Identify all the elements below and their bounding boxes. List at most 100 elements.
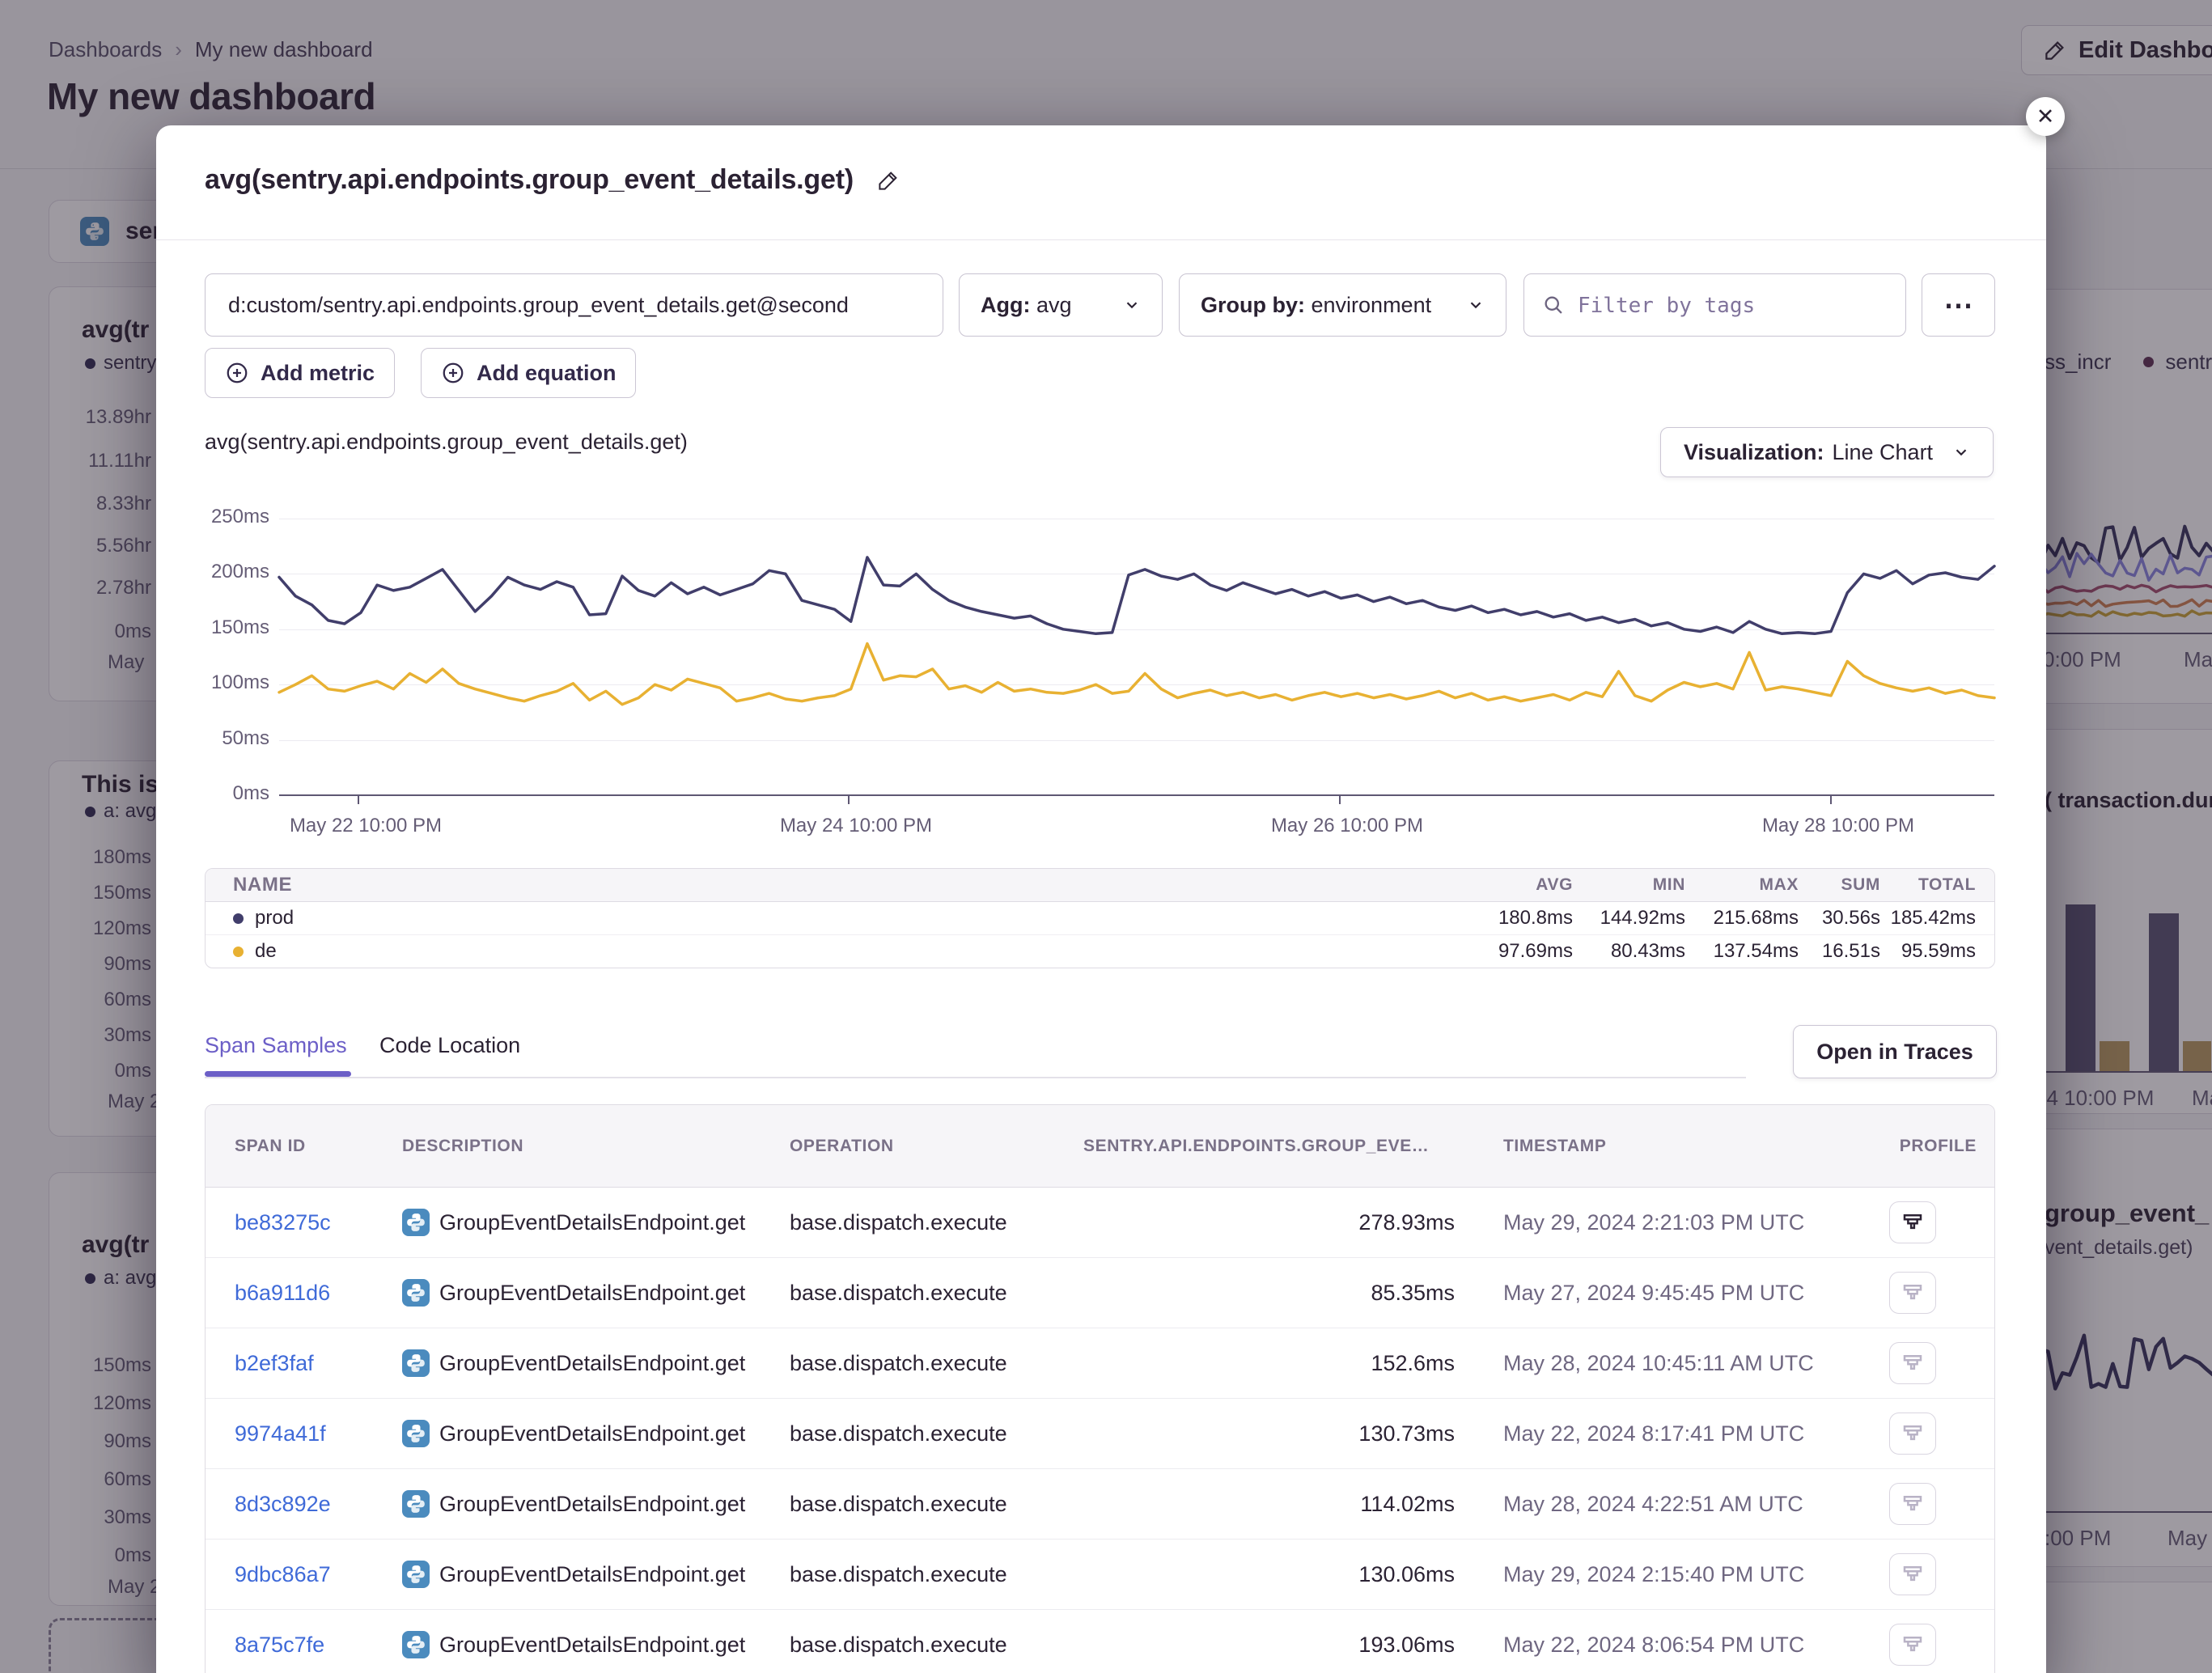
profile-button[interactable] <box>1889 1201 1936 1243</box>
metric-query-field[interactable] <box>205 273 943 337</box>
span-description: GroupEventDetailsEndpoint.get <box>439 1633 745 1658</box>
series-name: de <box>255 940 277 963</box>
summary-col-avg: AVG <box>1460 875 1573 895</box>
tab-code-location[interactable]: Code Location <box>379 1033 520 1058</box>
metric-details-modal: avg(sentry.api.endpoints.group_event_det… <box>156 125 2046 1673</box>
y-axis-tick: 250ms <box>184 506 269 528</box>
col-timestamp: TIMESTAMP <box>1503 1137 1864 1156</box>
span-id-link[interactable]: b6a911d6 <box>235 1281 330 1305</box>
agg-label: Agg: <box>981 293 1030 317</box>
metric-query-input[interactable] <box>227 292 922 319</box>
span-description: GroupEventDetailsEndpoint.get <box>439 1210 745 1235</box>
table-row: b2ef3faf GroupEventDetailsEndpoint.get b… <box>206 1328 1994 1398</box>
close-icon: ✕ <box>2036 104 2055 129</box>
samples-header-row: SPAN ID DESCRIPTION OPERATION SENTRY.API… <box>206 1105 1994 1188</box>
span-id-link[interactable]: b2ef3faf <box>235 1351 314 1375</box>
agg-value: avg <box>1036 293 1072 317</box>
span-timestamp: May 27, 2024 9:45:45 PM UTC <box>1503 1281 1864 1306</box>
table-row: 8a75c7fe GroupEventDetailsEndpoint.get b… <box>206 1609 1994 1673</box>
x-axis-tick: May 22 10:00 PM <box>261 815 471 837</box>
span-id-link[interactable]: 8d3c892e <box>235 1492 331 1516</box>
span-duration: 114.02ms <box>1083 1492 1503 1517</box>
x-axis-tick: May 24 10:00 PM <box>751 815 961 837</box>
span-id-link[interactable]: be83275c <box>235 1210 331 1235</box>
open-in-traces-button[interactable]: Open in Traces <box>1793 1025 1997 1078</box>
y-axis-tick: 150ms <box>184 616 269 639</box>
metric-line-chart <box>279 519 1994 795</box>
visualization-select[interactable]: Visualization: Line Chart <box>1660 427 1994 477</box>
y-axis-tick: 100ms <box>184 671 269 694</box>
y-axis-tick: 50ms <box>184 727 269 750</box>
span-operation: base.dispatch.execute <box>790 1351 1083 1376</box>
span-operation: base.dispatch.execute <box>790 1421 1083 1446</box>
span-duration: 152.6ms <box>1083 1351 1503 1376</box>
span-id-link[interactable]: 9974a41f <box>235 1421 326 1446</box>
x-axis <box>279 794 1994 796</box>
span-operation: base.dispatch.execute <box>790 1562 1083 1587</box>
span-timestamp: May 28, 2024 4:22:51 AM UTC <box>1503 1492 1864 1517</box>
search-icon <box>1542 294 1565 316</box>
profile-button[interactable] <box>1889 1342 1936 1384</box>
profile-button[interactable] <box>1889 1483 1936 1525</box>
table-row: 9dbc86a7 GroupEventDetailsEndpoint.get b… <box>206 1539 1994 1609</box>
span-duration: 85.35ms <box>1083 1281 1503 1306</box>
group-by-select[interactable]: Group by: environment <box>1179 273 1506 337</box>
summary-col-total: TOTAL <box>1880 875 1994 895</box>
add-metric-label: Add metric <box>261 361 375 386</box>
col-description: DESCRIPTION <box>402 1137 790 1156</box>
ellipsis-icon: ⋯ <box>1944 288 1973 322</box>
python-icon <box>402 1279 430 1307</box>
summary-row-prod[interactable]: prod 180.8ms 144.92ms 215.68ms 30.56s 18… <box>206 902 1994 934</box>
tab-span-samples[interactable]: Span Samples <box>205 1033 347 1058</box>
span-description: GroupEventDetailsEndpoint.get <box>439 1351 745 1376</box>
span-samples-table: SPAN ID DESCRIPTION OPERATION SENTRY.API… <box>205 1104 1995 1673</box>
add-equation-button[interactable]: Add equation <box>421 348 636 398</box>
span-timestamp: May 22, 2024 8:17:41 PM UTC <box>1503 1421 1864 1446</box>
summary-row-de[interactable]: de 97.69ms 80.43ms 137.54ms 16.51s 95.59… <box>206 934 1994 968</box>
summary-header-row: NAME AVG MIN MAX SUM TOTAL <box>206 869 1994 902</box>
profile-button[interactable] <box>1889 1553 1936 1595</box>
plus-circle-icon <box>225 361 249 385</box>
span-description: GroupEventDetailsEndpoint.get <box>439 1562 745 1587</box>
python-icon <box>402 1209 430 1236</box>
more-options-button[interactable]: ⋯ <box>1922 273 1995 337</box>
summary-col-sum: SUM <box>1799 875 1880 895</box>
open-in-traces-label: Open in Traces <box>1816 1040 1973 1065</box>
tag-filter-input[interactable] <box>1576 292 1888 319</box>
close-button[interactable]: ✕ <box>2026 97 2065 136</box>
y-axis-tick: 0ms <box>184 782 269 805</box>
span-description: GroupEventDetailsEndpoint.get <box>439 1281 745 1306</box>
edit-title-icon[interactable] <box>876 168 900 193</box>
aggregation-select[interactable]: Agg: avg <box>959 273 1163 337</box>
span-id-link[interactable]: 8a75c7fe <box>235 1633 324 1657</box>
summary-col-max: MAX <box>1685 875 1799 895</box>
span-description: GroupEventDetailsEndpoint.get <box>439 1421 745 1446</box>
chevron-down-icon <box>1952 443 1970 461</box>
profile-button[interactable] <box>1889 1272 1936 1314</box>
table-row: 8d3c892e GroupEventDetailsEndpoint.get b… <box>206 1468 1994 1539</box>
col-metric-value: SENTRY.API.ENDPOINTS.GROUP_EVE… <box>1083 1137 1503 1156</box>
divider <box>156 239 2046 240</box>
span-duration: 130.73ms <box>1083 1421 1503 1446</box>
span-timestamp: May 28, 2024 10:45:11 AM UTC <box>1503 1351 1864 1376</box>
tag-filter-field[interactable] <box>1523 273 1906 337</box>
profile-button[interactable] <box>1889 1413 1936 1455</box>
col-profile: PROFILE <box>1864 1137 1995 1156</box>
divider <box>205 1077 1746 1078</box>
table-row: b6a911d6 GroupEventDetailsEndpoint.get b… <box>206 1257 1994 1328</box>
python-icon <box>402 1349 430 1377</box>
span-id-link[interactable]: 9dbc86a7 <box>235 1562 331 1586</box>
span-operation: base.dispatch.execute <box>790 1492 1083 1517</box>
table-row: 9974a41f GroupEventDetailsEndpoint.get b… <box>206 1398 1994 1468</box>
series-summary-table: NAME AVG MIN MAX SUM TOTAL prod 180.8ms … <box>205 868 1995 968</box>
python-icon <box>402 1420 430 1447</box>
span-timestamp: May 29, 2024 2:21:03 PM UTC <box>1503 1210 1864 1235</box>
chevron-down-icon <box>1467 296 1485 314</box>
y-axis-tick: 200ms <box>184 561 269 583</box>
group-by-label: Group by: <box>1201 293 1305 317</box>
x-axis-tick: May 26 10:00 PM <box>1242 815 1452 837</box>
add-metric-button[interactable]: Add metric <box>205 348 395 398</box>
span-operation: base.dispatch.execute <box>790 1210 1083 1235</box>
profile-button[interactable] <box>1889 1624 1936 1666</box>
span-operation: base.dispatch.execute <box>790 1633 1083 1658</box>
